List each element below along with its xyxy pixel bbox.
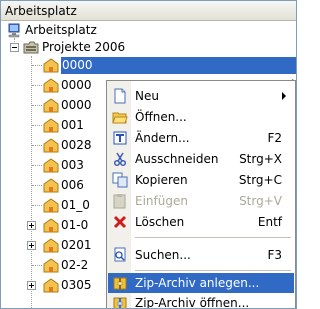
folder-icon bbox=[43, 58, 59, 73]
scissors-icon bbox=[113, 152, 127, 167]
explorer-panel: Arbeitsplatz Arbeitsplatz Projekte 2006 bbox=[0, 0, 297, 309]
tree-item-label: 02-2 bbox=[61, 258, 89, 272]
folder-icon bbox=[43, 118, 59, 133]
menu-item-paste[interactable]: Einfügen Strg+V bbox=[108, 191, 294, 211]
delete-icon bbox=[113, 215, 127, 229]
collapse-toggle[interactable] bbox=[10, 43, 19, 52]
expand-toggle[interactable] bbox=[27, 241, 36, 250]
menu-item-copy[interactable]: Kopieren Strg+C bbox=[108, 170, 294, 190]
zip-open-icon bbox=[113, 297, 127, 308]
expand-toggle[interactable] bbox=[27, 221, 36, 230]
folder-icon bbox=[43, 178, 59, 193]
menu-item-open[interactable]: Öffnen... bbox=[108, 107, 294, 127]
menu-item-zip-create[interactable]: Zip-Archiv anlegen... bbox=[108, 273, 294, 293]
menu-item-delete[interactable]: Löschen Entf bbox=[108, 212, 294, 232]
menu-item-edit[interactable]: Ändern... F2 bbox=[108, 128, 294, 148]
submenu-arrow-icon bbox=[282, 92, 286, 100]
tree-item-label: 001 bbox=[61, 118, 84, 132]
folder-icon bbox=[43, 278, 59, 293]
expand-toggle[interactable] bbox=[27, 281, 36, 290]
tree-item-label: 0201 bbox=[61, 238, 92, 252]
tree-item-label: 006 bbox=[61, 178, 84, 192]
new-document-icon bbox=[114, 88, 126, 104]
folder-icon bbox=[43, 238, 59, 253]
folder-icon bbox=[43, 78, 59, 93]
menu-separator bbox=[135, 270, 291, 271]
context-menu: Neu Öffnen... Ändern... F2 Ausschneiden … bbox=[106, 80, 296, 308]
tree-item-label: 01_0 bbox=[61, 198, 90, 212]
tree-item-label: 0000 bbox=[61, 57, 296, 74]
edit-icon bbox=[113, 131, 127, 145]
menu-item-zip-open[interactable]: Zip-Archiv öffnen... bbox=[108, 293, 294, 308]
folder-icon bbox=[43, 98, 59, 113]
menu-item-new[interactable]: Neu bbox=[108, 86, 294, 106]
folder-icon bbox=[43, 258, 59, 273]
tree-item-label: Arbeitsplatz bbox=[25, 23, 97, 37]
paste-icon bbox=[113, 194, 126, 209]
search-icon bbox=[114, 247, 126, 262]
copy-icon bbox=[112, 172, 128, 188]
tree-item-label: 003 bbox=[61, 158, 84, 172]
menu-item-cut[interactable]: Ausschneiden Strg+X bbox=[108, 149, 294, 169]
tree-item-label: 0305 bbox=[61, 278, 92, 292]
tree-item-label: 0028 bbox=[61, 138, 92, 152]
folder-icon bbox=[43, 138, 59, 153]
tree-item-folder[interactable]: 0000 bbox=[1, 57, 296, 74]
tree-item-label: Projekte 2006 bbox=[42, 40, 126, 54]
folder-icon bbox=[43, 218, 59, 233]
menu-item-search[interactable]: Suchen... F3 bbox=[108, 245, 294, 265]
zip-create-icon bbox=[113, 277, 127, 290]
tree-item-label: 0000 bbox=[61, 98, 92, 112]
folder-icon bbox=[43, 198, 59, 213]
tree-item-label: 0000 bbox=[61, 78, 92, 92]
computer-icon bbox=[8, 23, 20, 38]
panel-title: Arbeitsplatz bbox=[1, 1, 296, 21]
folder-icon bbox=[43, 158, 59, 173]
open-folder-icon bbox=[112, 112, 128, 124]
project-folder-icon bbox=[23, 41, 39, 54]
menu-separator bbox=[135, 237, 291, 238]
tree-item-label: 01-0 bbox=[61, 218, 89, 232]
